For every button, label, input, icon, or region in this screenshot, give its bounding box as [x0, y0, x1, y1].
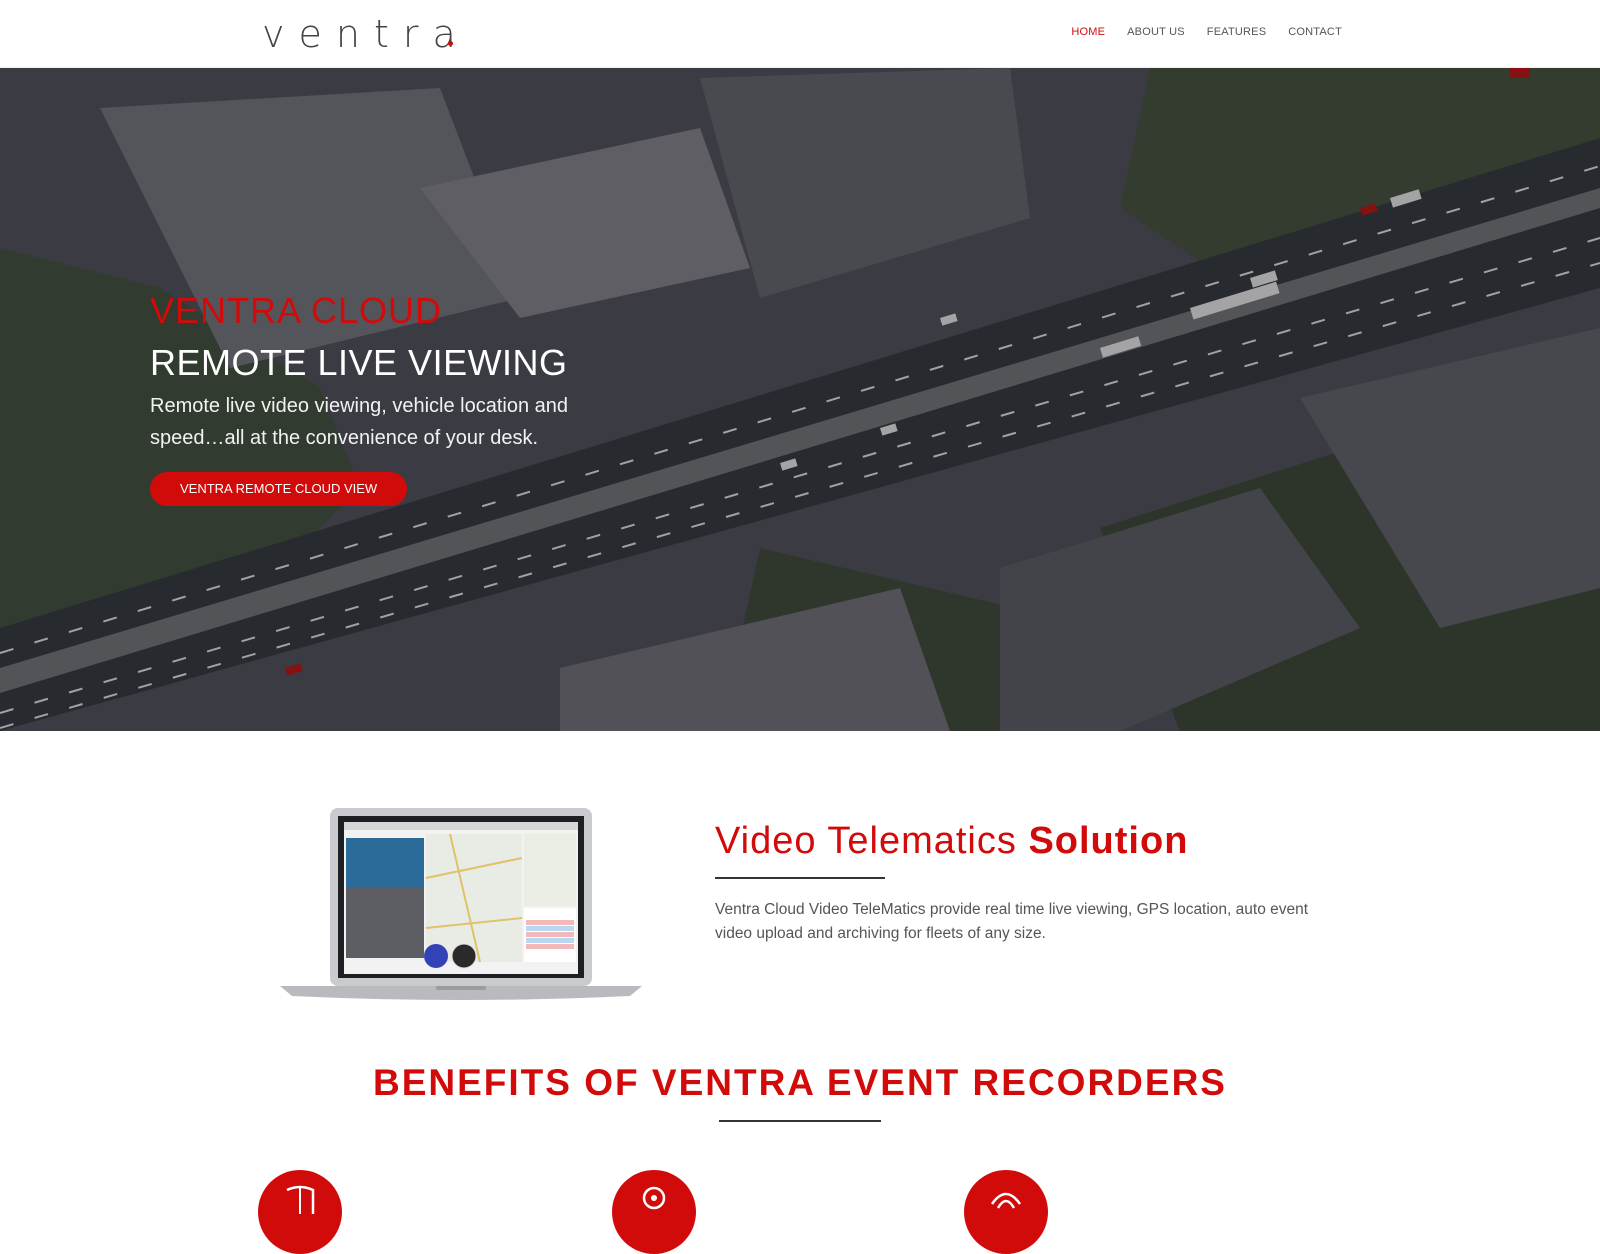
- ventra-remote-cloud-view-button[interactable]: VENTRA REMOTE CLOUD VIEW: [150, 472, 408, 506]
- hero-banner: VENTRA CLOUD REMOTE LIVE VIEWING Remote …: [0, 68, 1600, 731]
- nav-contact[interactable]: CONTACT: [1288, 26, 1342, 38]
- main-nav: HOME ABOUT US FEATURES CONTACT: [1071, 26, 1342, 38]
- logo-text: ventra: [262, 12, 470, 56]
- nav-home[interactable]: HOME: [1071, 26, 1105, 38]
- benefits-heading: BENEFITS OF VENTRA EVENT RECORDERS: [373, 1062, 1227, 1103]
- hero-subtitle: Remote live video viewing, vehicle locat…: [150, 395, 569, 449]
- hero-kicker: VENTRA CLOUD: [150, 290, 443, 331]
- nav-features[interactable]: FEATURES: [1207, 26, 1266, 38]
- telematics-title: Video Telematics Solution: [715, 820, 1188, 863]
- site-header: ventra HOME ABOUT US FEATURES CONTACT: [0, 0, 1600, 68]
- wifi-signal-icon: [990, 1192, 1022, 1209]
- benefit-shield-badge: [258, 1170, 342, 1254]
- shield-icon: [286, 1185, 315, 1214]
- benefit-signal-badge: [964, 1170, 1048, 1254]
- hero-title: REMOTE LIVE VIEWING: [150, 342, 568, 383]
- hero-content: VENTRA CLOUD REMOTE LIVE VIEWING Remote …: [150, 290, 610, 506]
- laptop-dashboard-illustration: [280, 808, 642, 1000]
- location-pin-icon: [642, 1186, 666, 1210]
- ventra-logo[interactable]: ventra: [262, 12, 456, 56]
- logo-red-dot: [447, 40, 453, 46]
- telematics-description: Ventra Cloud Video TeleMatics provide re…: [715, 901, 1309, 942]
- benefit-location-badge: [612, 1170, 696, 1254]
- telematics-divider: [715, 877, 885, 879]
- telematics-title-bold: Solution: [1028, 820, 1189, 862]
- nav-about-us[interactable]: ABOUT US: [1127, 26, 1185, 38]
- telematics-title-light: Video Telematics: [715, 820, 1017, 862]
- benefits-divider: [719, 1120, 881, 1122]
